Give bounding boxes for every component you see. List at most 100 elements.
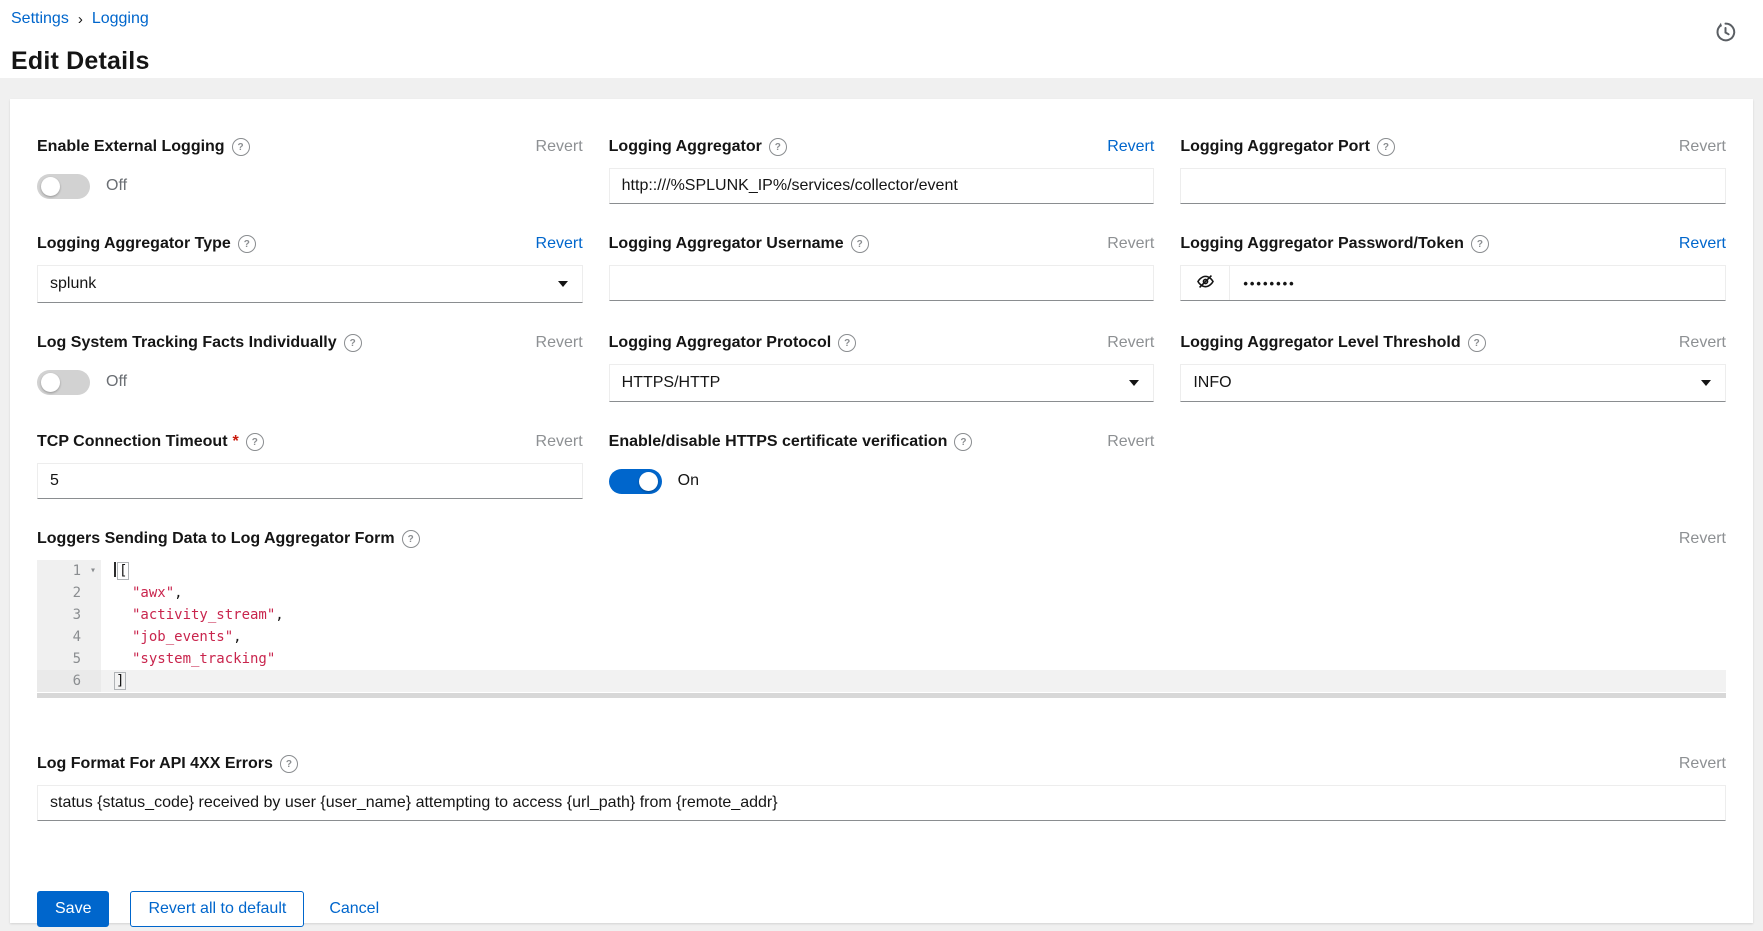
help-icon[interactable]: ? [1468, 334, 1486, 352]
revert-button[interactable]: Revert [1107, 334, 1154, 352]
field-label: Log Format For API 4XX Errors ? [37, 755, 298, 773]
toggle-knob [41, 373, 60, 392]
comma: , [233, 629, 241, 645]
chevron-down-icon [558, 281, 568, 287]
chevron-down-icon [1129, 380, 1139, 386]
field-label-text: Enable External Logging [37, 138, 225, 156]
revert-all-to-default-button[interactable]: Revert all to default [130, 891, 304, 927]
revert-button[interactable]: Revert [1107, 138, 1154, 156]
history-icon [1714, 31, 1737, 46]
logging-aggregator-type-select[interactable]: splunk [37, 265, 583, 303]
field-label-text: Loggers Sending Data to Log Aggregator F… [37, 530, 395, 548]
toggle-state-label: On [678, 472, 699, 490]
line-number: 2 [37, 582, 101, 604]
loggers-form-code-editor[interactable]: 1▾ [ 2 "awx", 3 "activity_stream", 4 "jo… [37, 560, 1726, 698]
editor-line-current: 6 ] [37, 670, 1726, 692]
field-logging-aggregator-port: Logging Aggregator Port ? Revert [1180, 137, 1726, 204]
editor-line: 5 "system_tracking" [37, 648, 1726, 670]
help-icon[interactable]: ? [232, 138, 250, 156]
revert-button[interactable]: Revert [536, 138, 583, 156]
toggle-state-label: Off [106, 373, 127, 391]
page-title: Edit Details [11, 47, 150, 76]
field-label-text: Logging Aggregator Port [1180, 138, 1370, 156]
revert-button[interactable]: Revert [1679, 235, 1726, 253]
field-label: TCP Connection Timeout * ? [37, 433, 264, 451]
logging-aggregator-username-input[interactable] [609, 265, 1155, 301]
breadcrumb-settings-link[interactable]: Settings [11, 10, 69, 28]
log-system-tracking-toggle[interactable] [37, 370, 90, 395]
field-label-text: Logging Aggregator Protocol [609, 334, 832, 352]
help-icon[interactable]: ? [1377, 138, 1395, 156]
editor-line: 2 "awx", [37, 582, 1726, 604]
revert-button[interactable]: Revert [536, 235, 583, 253]
comma: , [275, 607, 283, 623]
field-label: Loggers Sending Data to Log Aggregator F… [37, 530, 420, 548]
revert-button[interactable]: Revert [536, 334, 583, 352]
help-icon[interactable]: ? [402, 530, 420, 548]
help-icon[interactable]: ? [851, 235, 869, 253]
https-cert-verification-toggle[interactable] [609, 469, 662, 494]
field-label-text: Logging Aggregator [609, 138, 762, 156]
tcp-connection-timeout-input[interactable] [37, 463, 583, 499]
field-label-text: TCP Connection Timeout [37, 433, 228, 451]
revert-button[interactable]: Revert [1679, 334, 1726, 352]
toggle-password-visibility-button[interactable] [1181, 266, 1230, 300]
logging-aggregator-port-input[interactable] [1180, 168, 1726, 204]
cancel-button[interactable]: Cancel [325, 891, 383, 927]
required-asterisk: * [233, 433, 239, 451]
log-format-4xx-input[interactable] [37, 785, 1726, 821]
revert-button[interactable]: Revert [536, 433, 583, 451]
bracket-open: [ [117, 562, 129, 580]
save-button[interactable]: Save [37, 891, 109, 927]
revert-button[interactable]: Revert [1107, 433, 1154, 451]
help-icon[interactable]: ? [838, 334, 856, 352]
help-icon[interactable]: ? [344, 334, 362, 352]
help-icon[interactable]: ? [238, 235, 256, 253]
editor-line: 1▾ [ [37, 560, 1726, 582]
editor-line: 3 "activity_stream", [37, 604, 1726, 626]
help-icon[interactable]: ? [769, 138, 787, 156]
help-icon[interactable]: ? [280, 755, 298, 773]
field-logging-aggregator-protocol: Logging Aggregator Protocol ? Revert HTT… [609, 333, 1155, 402]
revert-button[interactable]: Revert [1679, 530, 1726, 548]
breadcrumb-logging-link[interactable]: Logging [92, 10, 149, 28]
help-icon[interactable]: ? [1471, 235, 1489, 253]
field-label-text: Logging Aggregator Username [609, 235, 844, 253]
field-label-text: Enable/disable HTTPS certificate verific… [609, 433, 948, 451]
masked-password-value[interactable]: •••••••• [1230, 266, 1295, 300]
logging-aggregator-protocol-select[interactable]: HTTPS/HTTP [609, 364, 1155, 402]
toggle-knob [639, 472, 658, 491]
logging-aggregator-level-select[interactable]: INFO [1180, 364, 1726, 402]
revert-button[interactable]: Revert [1107, 235, 1154, 253]
page-header: Settings › Logging Edit Details [0, 0, 1763, 78]
field-label: Logging Aggregator Type ? [37, 235, 256, 253]
field-tcp-connection-timeout: TCP Connection Timeout * ? Revert [37, 432, 583, 499]
json-string: "awx" [114, 585, 174, 601]
field-loggers-form: Loggers Sending Data to Log Aggregator F… [37, 529, 1726, 698]
fold-chevron-icon[interactable]: ▾ [90, 560, 96, 582]
history-button[interactable] [1712, 18, 1739, 48]
json-string: "system_tracking" [114, 651, 275, 667]
help-icon[interactable]: ? [954, 433, 972, 451]
logging-aggregator-input[interactable] [609, 168, 1155, 204]
revert-button[interactable]: Revert [1679, 755, 1726, 773]
revert-button[interactable]: Revert [1679, 138, 1726, 156]
field-log-system-tracking: Log System Tracking Facts Individually ?… [37, 333, 583, 402]
toggle-knob [41, 177, 60, 196]
field-label: Enable External Logging ? [37, 138, 250, 156]
select-value: splunk [50, 275, 96, 293]
editor-horizontal-scrollbar[interactable] [37, 693, 1726, 698]
field-label: Logging Aggregator Port ? [1180, 138, 1395, 156]
help-icon[interactable]: ? [246, 433, 264, 451]
json-string: "job_events" [114, 629, 233, 645]
enable-external-logging-toggle[interactable] [37, 174, 90, 199]
bracket-close: ] [114, 672, 126, 690]
field-logging-aggregator-type: Logging Aggregator Type ? Revert splunk [37, 234, 583, 303]
line-number: 3 [37, 604, 101, 626]
chevron-down-icon [1701, 380, 1711, 386]
editor-line: 4 "job_events", [37, 626, 1726, 648]
eye-slash-icon [1196, 272, 1215, 294]
line-number: 4 [37, 626, 101, 648]
field-label-text: Log System Tracking Facts Individually [37, 334, 337, 352]
field-logging-aggregator-username: Logging Aggregator Username ? Revert [609, 234, 1155, 303]
